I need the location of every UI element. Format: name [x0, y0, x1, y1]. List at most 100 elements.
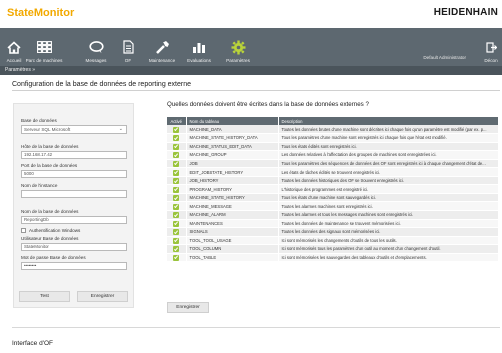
enabled-checkbox[interactable]: [173, 135, 180, 142]
table-row: TOOL_TOOL_USAGE Ici sont mémorisés les ch…: [167, 236, 498, 246]
port-label: Port de la base de données: [21, 163, 78, 168]
description-cell: Tous les paramètres d'une machine sont e…: [278, 133, 498, 143]
tables-question: Quelles données doivent être écrites dan…: [167, 101, 369, 108]
breadcrumb: Paramètres »: [0, 66, 502, 75]
description-cell: Toutes les données brutes d'une machine …: [278, 125, 498, 135]
column-header-enabled[interactable]: Activé: [167, 117, 187, 125]
instance-label: Nom de l'instance: [21, 183, 58, 188]
enabled-checkbox[interactable]: [173, 178, 180, 184]
brand-bar: StateMonitor HEIDENHAIN: [0, 0, 502, 28]
enabled-cell: [167, 193, 187, 203]
enabled-cell: [167, 253, 187, 263]
nav-label: Messages: [85, 58, 107, 63]
table-row: JOB Tous les paramètres des séquences de …: [167, 159, 498, 169]
table-row: TOOL_COLUMN Ici sont mémorisés tous les p…: [167, 244, 498, 254]
app-logo: StateMonitor: [7, 7, 75, 19]
dbname-label: Nom de la base de données: [21, 209, 79, 214]
enabled-checkbox[interactable]: [173, 212, 180, 219]
description-cell: Ici sont mémorisés tous les paramètres d…: [278, 244, 498, 254]
db-type-label: Base de données: [21, 118, 57, 123]
description-cell: Toutes les données de maintenance se tro…: [278, 219, 498, 229]
enabled-cell: [167, 159, 187, 169]
page-title: Configuration de la base de données de r…: [12, 81, 192, 88]
test-button[interactable]: Test: [19, 291, 70, 302]
description-cell: Toutes les données des signaux sont mémo…: [278, 227, 498, 237]
table-row: MACHINE_DATA Toutes les données brutes d'…: [167, 125, 498, 135]
nav-label: Parc de machines: [25, 58, 63, 63]
enabled-cell: [167, 125, 187, 135]
enabled-checkbox[interactable]: [173, 254, 180, 261]
breadcrumb-item[interactable]: Paramètres »: [5, 67, 35, 73]
enabled-checkbox[interactable]: [173, 203, 180, 210]
nav-label: Accueil: [6, 58, 22, 63]
enabled-cell: [167, 176, 187, 186]
table-row: TOOL_TABLE Ici sont mémorisées les sauveg…: [167, 253, 498, 263]
table-name-cell: MACHINE_STATE_HISTORY: [186, 193, 279, 203]
table-row: PROGRAM_HISTORY L'historique des programm…: [167, 184, 498, 194]
enabled-checkbox[interactable]: [173, 220, 180, 227]
db-user-label: Utilisateur Base de données: [21, 236, 79, 241]
home-icon: [5, 39, 23, 55]
column-header-table-name[interactable]: Nom du tableau: [186, 117, 279, 125]
enabled-checkbox[interactable]: [173, 195, 180, 201]
enabled-checkbox[interactable]: [173, 143, 180, 150]
db-password-input[interactable]: ••••••••: [21, 262, 127, 270]
table-name-cell: MACHINE_MESSAGE: [186, 201, 279, 211]
logout-button[interactable]: Décon: [482, 28, 500, 66]
table-row: EDIT_JOBSTATE_HISTORY Les états de tâches…: [167, 167, 498, 177]
enabled-checkbox[interactable]: [173, 160, 180, 167]
nav-item-maintenance[interactable]: Maintenance: [147, 28, 177, 66]
bar-chart-icon: [190, 39, 208, 55]
nav-item-evaluations[interactable]: Evaluations: [184, 28, 214, 66]
enabled-cell: [167, 150, 187, 160]
section-title-of-interface: Interface d'OF: [12, 340, 53, 347]
save-connection-button[interactable]: Enregistrer: [77, 291, 128, 302]
enabled-checkbox[interactable]: [173, 246, 180, 253]
grid-icon: [35, 39, 53, 55]
nav-item-messages[interactable]: Messages: [83, 28, 109, 66]
table-name-cell: PROGRAM_HISTORY: [186, 184, 279, 194]
enabled-checkbox[interactable]: [173, 152, 180, 159]
nav-item-of[interactable]: OF: [120, 28, 136, 66]
enabled-cell: [167, 142, 187, 152]
nav-item-parametres[interactable]: Paramètres: [223, 28, 253, 66]
vendor-logo: HEIDENHAIN: [433, 7, 498, 18]
enabled-cell: [167, 201, 187, 211]
table-name-cell: SIGNALS: [186, 227, 279, 237]
host-input[interactable]: 192.168.17.42: [21, 151, 127, 159]
windows-auth-checkbox[interactable]: [21, 228, 26, 233]
table-name-cell: MAINTENANCES: [186, 219, 279, 229]
current-user: Default Administrator: [423, 55, 466, 60]
instance-input[interactable]: [21, 190, 127, 198]
dbname-input[interactable]: ReportingDb: [21, 216, 127, 224]
table-row: MAINTENANCES Toutes les données de mainte…: [167, 219, 498, 229]
enabled-checkbox[interactable]: [173, 186, 180, 193]
description-cell: Toutes les données historiques des OF se…: [278, 176, 498, 186]
enabled-cell: [167, 167, 187, 177]
table-row: MACHINE_STATE_HISTORY_DATA Tous les param…: [167, 133, 498, 143]
table-name-cell: JOB_HISTORY: [186, 176, 279, 186]
enabled-cell: [167, 184, 187, 194]
table-name-cell: JOB: [186, 159, 279, 169]
column-header-description[interactable]: Description: [278, 117, 498, 125]
enabled-cell: [167, 219, 187, 229]
tables-grid: Activé Nom du tableau Description MACHIN…: [167, 117, 498, 291]
enabled-checkbox[interactable]: [173, 229, 180, 236]
nav-item-parc-de-machines[interactable]: Parc de machines: [25, 28, 63, 66]
enabled-checkbox[interactable]: [173, 237, 180, 244]
save-tables-button[interactable]: Enregistrer: [167, 302, 209, 313]
nav-item-accueil[interactable]: Accueil: [4, 28, 24, 66]
table-name-cell: MACHINE_STATUS_EDIT_DATA: [186, 142, 279, 152]
nav-label: Evaluations: [187, 58, 211, 63]
enabled-checkbox[interactable]: [173, 126, 180, 133]
db-user-input[interactable]: StateMonitor: [21, 243, 127, 251]
wrench-icon: [153, 39, 171, 55]
enabled-cell: [167, 236, 187, 246]
db-connection-panel: Base de données Serveur SQL Microsoft ⌄ …: [13, 103, 134, 308]
port-input[interactable]: 5000: [21, 170, 127, 178]
chat-icon: [87, 39, 105, 55]
host-label: Hôte de la base de données: [21, 144, 79, 149]
db-type-select[interactable]: Serveur SQL Microsoft ⌄: [21, 125, 127, 134]
description-cell: Ici sont mémorisées les sauvegardes des …: [278, 253, 498, 263]
enabled-checkbox[interactable]: [173, 169, 180, 176]
